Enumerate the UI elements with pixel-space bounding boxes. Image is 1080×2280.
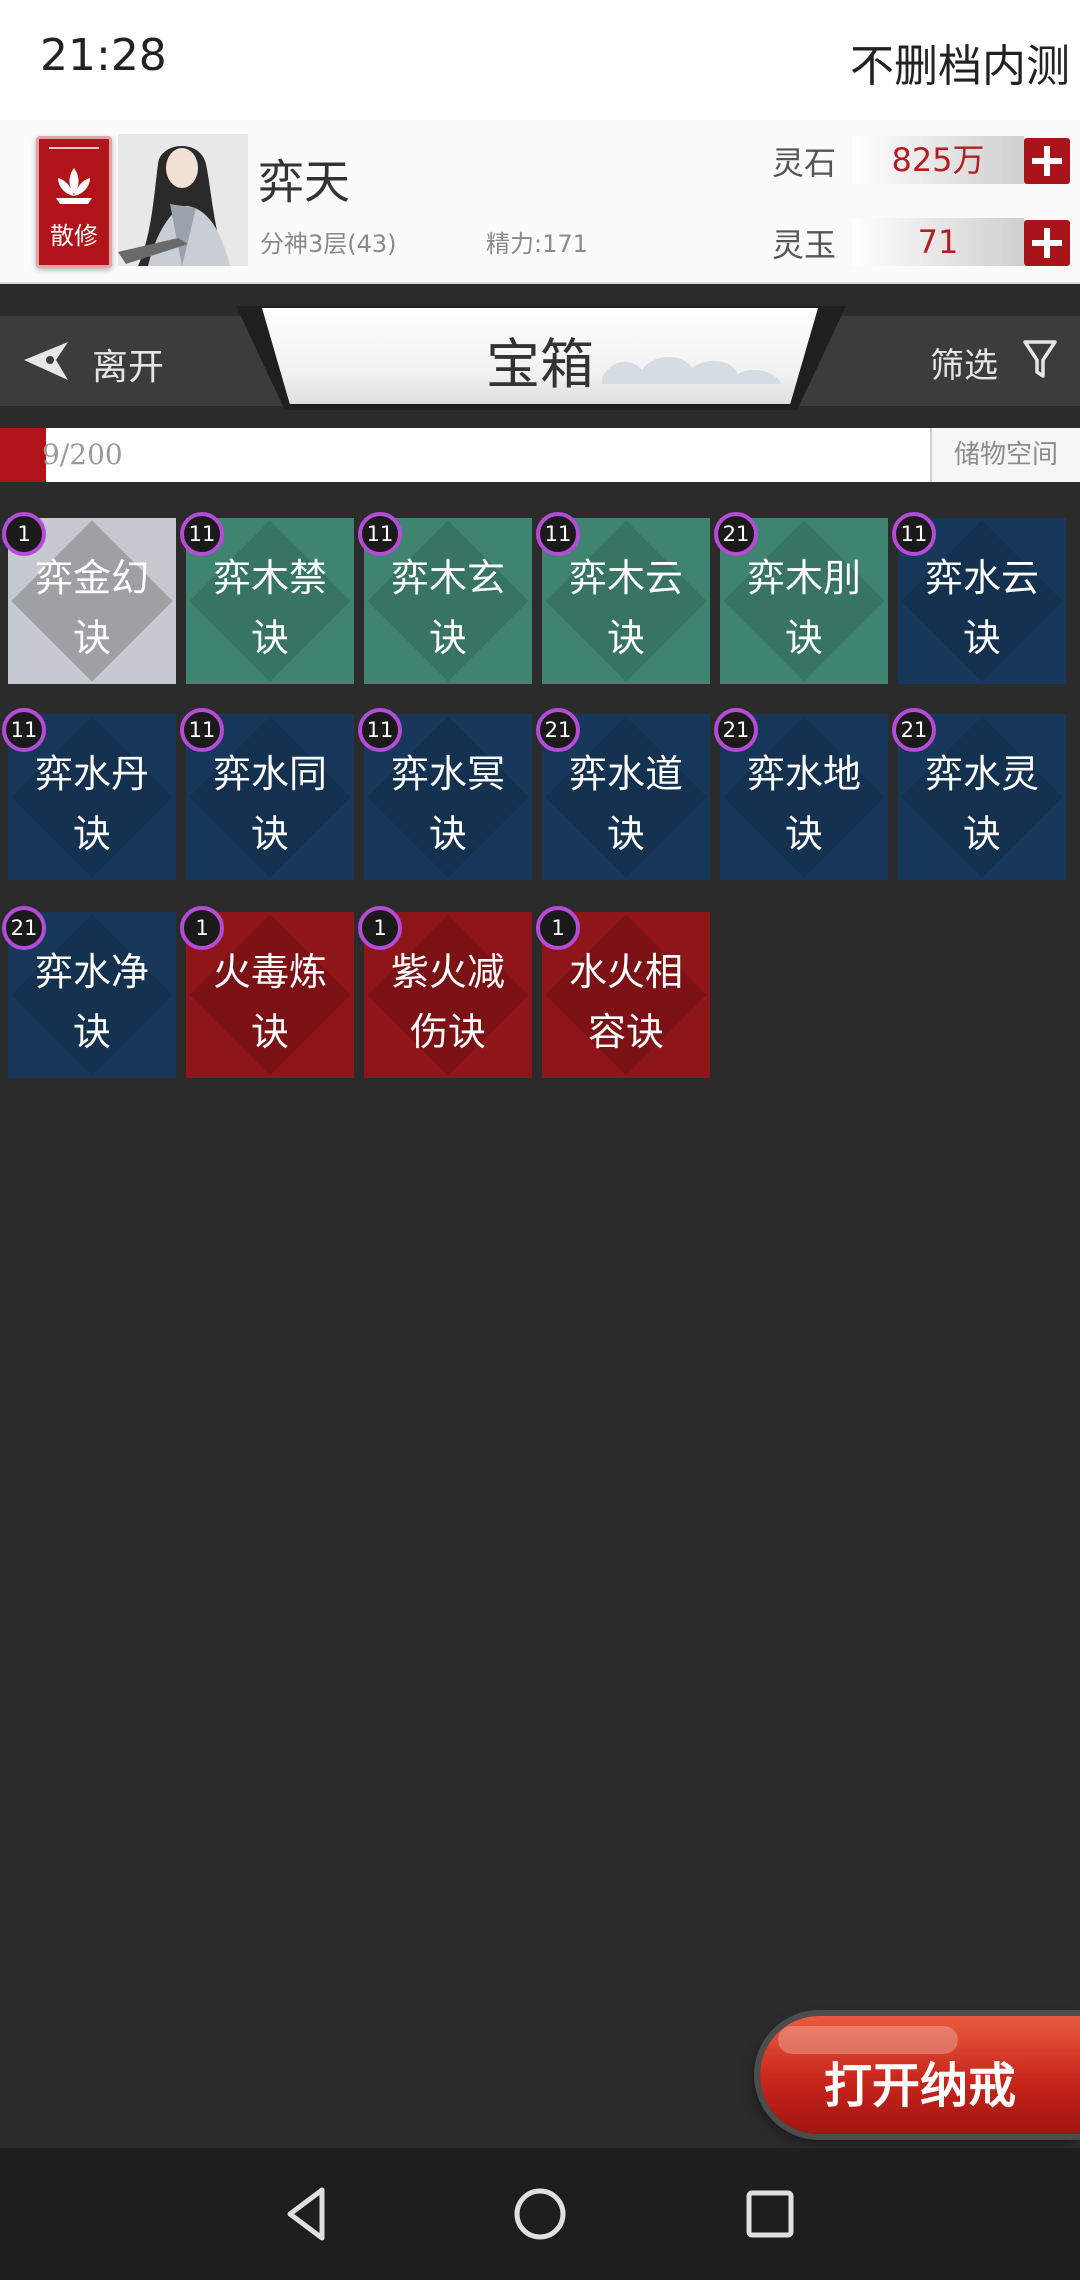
item-level-badge: 11 [180, 708, 224, 752]
item-level-badge: 11 [358, 512, 402, 556]
page-title: 宝箱 [486, 333, 594, 396]
server-title: 不删档内测 [850, 41, 1070, 92]
capacity-text: 9/200 [42, 438, 123, 471]
item-name: 弈水丹 诀 [34, 752, 149, 856]
item-level-badge: 11 [2, 708, 46, 752]
item-name: 弈水净 诀 [34, 950, 149, 1054]
item-name: 弈水云 诀 [924, 556, 1039, 660]
capacity-fill [0, 428, 46, 482]
spirit-jade-label: 灵玉 [772, 226, 837, 264]
back-arrow-icon [24, 342, 68, 380]
sect-badge[interactable]: 散修 [36, 136, 112, 268]
item-level-badge: 11 [892, 512, 936, 556]
storage-space-label: 储物空间 [930, 428, 1080, 482]
back-icon[interactable] [272, 2178, 344, 2250]
item-level-badge: 11 [536, 512, 580, 556]
player-profile-header: 散修 弈天 分神3层(43) 精力:171 灵石 825万 灵玉 71 [0, 120, 1080, 284]
leave-button[interactable]: 离开 [0, 316, 228, 406]
item-name: 弈木云 诀 [568, 556, 683, 660]
item-name: 弈水冥 诀 [390, 752, 505, 856]
title-bar: 离开 宝箱 筛选 [0, 306, 1080, 410]
title-plate: 宝箱 [262, 308, 818, 404]
system-nav-bar [0, 2148, 1080, 2280]
item-name: 紫火减 伤诀 [390, 950, 505, 1054]
item-name: 火毒炼 诀 [212, 950, 327, 1054]
filter-label: 筛选 [930, 346, 998, 386]
sect-label: 散修 [50, 222, 98, 250]
status-bar: 21:28 不删档内测 [0, 0, 1080, 120]
status-time: 21:28 [40, 30, 167, 81]
item-name: 水火相 容诀 [568, 950, 683, 1054]
filter-button[interactable]: 筛选 [930, 330, 1070, 390]
item-name: 弈木刖 诀 [746, 556, 861, 660]
item-level-badge: 1 [2, 512, 46, 556]
item-name: 弈水地 诀 [746, 752, 861, 856]
leave-label: 离开 [92, 347, 165, 388]
item-name: 弈木玄 诀 [390, 556, 505, 660]
home-icon[interactable] [504, 2178, 576, 2250]
item-level-badge: 1 [180, 906, 224, 950]
item-level-badge: 21 [892, 708, 936, 752]
item-level-badge: 11 [358, 708, 402, 752]
item-name: 弈水道 诀 [568, 752, 683, 856]
item-name: 弈木禁 诀 [212, 556, 327, 660]
storage-capacity-bar: 9/200 储物空间 [0, 428, 1080, 482]
item-level-badge: 21 [714, 512, 758, 556]
open-ring-label: 打开纳戒 [823, 2058, 1016, 2114]
item-level-badge: 21 [714, 708, 758, 752]
avatar[interactable] [118, 134, 248, 266]
open-ring-button[interactable]: 打开纳戒 [760, 2016, 1080, 2134]
item-level-badge: 21 [2, 906, 46, 950]
filter-icon [1023, 340, 1057, 378]
item-level-badge: 1 [536, 906, 580, 950]
add-spirit-jade-button[interactable] [1024, 220, 1070, 266]
character-portrait-icon [118, 134, 248, 266]
item-level-badge: 11 [180, 512, 224, 556]
spirit-jade-value: 71 [852, 218, 1024, 266]
player-name: 弈天 [258, 155, 350, 209]
lotus-icon [56, 168, 92, 204]
item-name: 弈水同 诀 [212, 752, 327, 856]
recents-icon[interactable] [734, 2178, 806, 2250]
cultivation-rank: 分神3层(43) [260, 230, 397, 258]
spirit-stone-label: 灵石 [772, 144, 837, 182]
spirit-stone-value: 825万 [852, 136, 1024, 184]
item-name: 弈水灵 诀 [924, 752, 1039, 856]
energy-value: 精力:171 [486, 230, 588, 258]
add-spirit-stone-button[interactable] [1024, 138, 1070, 184]
item-level-badge: 1 [358, 906, 402, 950]
item-level-badge: 21 [536, 708, 580, 752]
item-name: 弈金幻 诀 [34, 556, 149, 660]
